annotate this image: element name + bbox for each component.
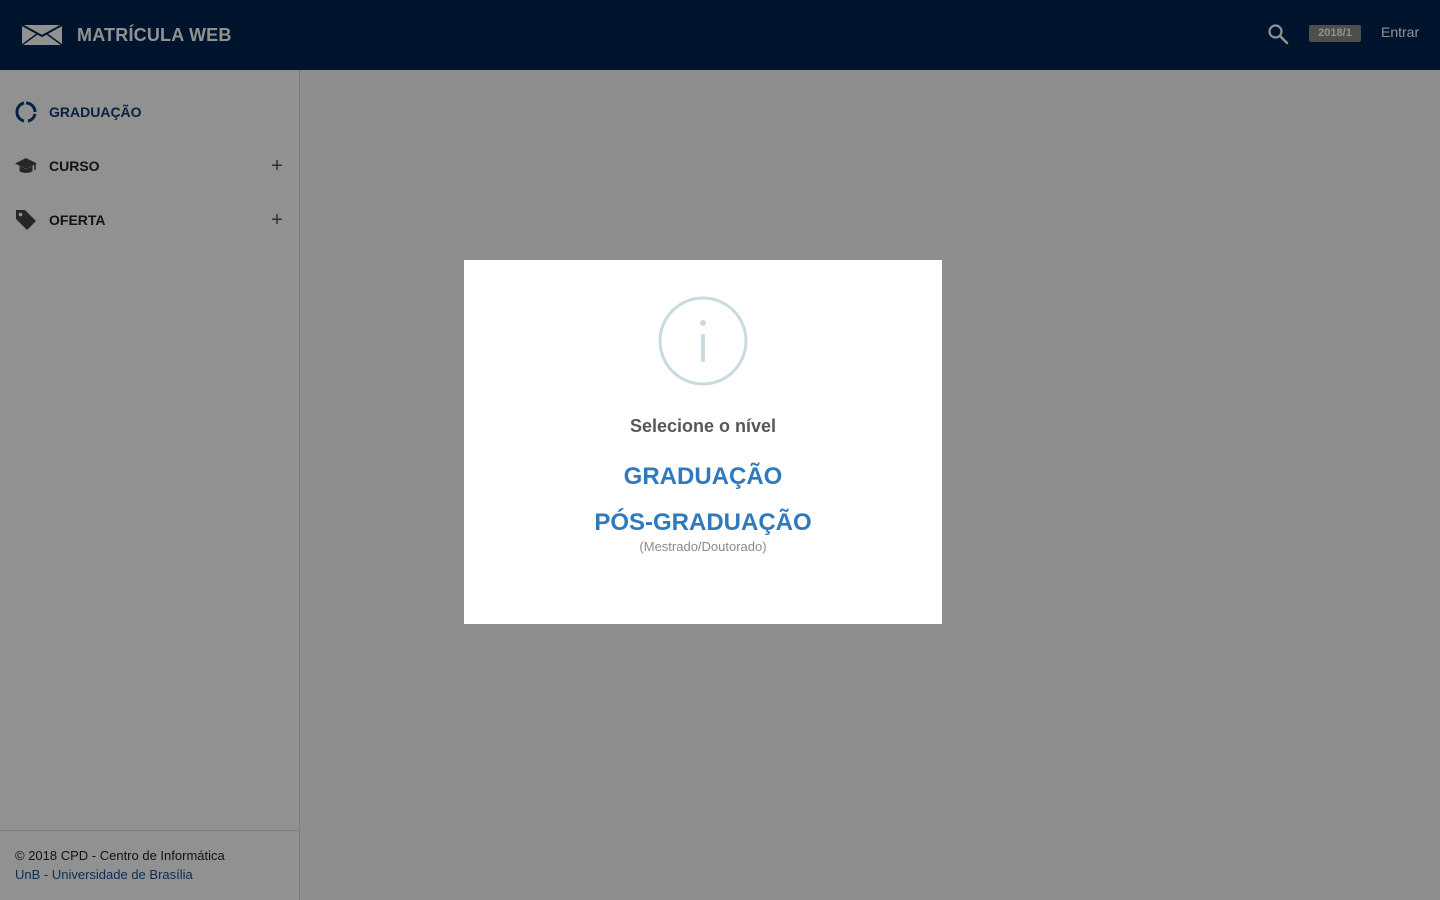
level-select-dialog: Selecione o nível GRADUAÇÃO PÓS-GRADUAÇÃ… [464,260,942,624]
option-pos-graduacao-sublabel: (Mestrado/Doutorado) [639,539,767,554]
info-icon [658,296,748,386]
dialog-title: Selecione o nível [629,416,777,436]
option-pos-graduacao[interactable]: PÓS-GRADUAÇÃO [464,509,942,537]
option-graduacao[interactable]: GRADUAÇÃO [464,463,942,491]
